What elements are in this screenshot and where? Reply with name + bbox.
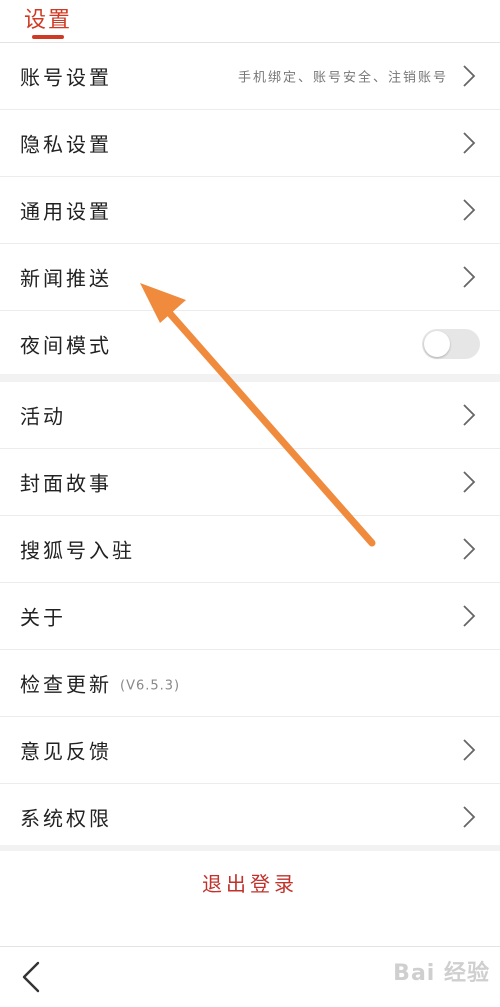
chevron-right-icon (463, 538, 476, 560)
row-label: 新闻推送 (20, 266, 112, 291)
chevron-right-icon (463, 199, 476, 221)
row-general-settings[interactable]: 通用设置 (0, 177, 500, 244)
night-mode-toggle[interactable] (422, 329, 480, 359)
row-about[interactable]: 关于 (0, 583, 500, 650)
row-night-mode: 夜间模式 (0, 311, 500, 377)
check-update-label: 检查更新 (20, 672, 112, 697)
row-privacy-settings[interactable]: 隐私设置 (0, 110, 500, 177)
row-label: 封面故事 (20, 471, 112, 496)
row-label: 隐私设置 (20, 132, 112, 157)
row-check-update[interactable]: 检查更新 (V6.5.3) (0, 650, 500, 717)
bottom-bar: Bai 经验 (0, 946, 500, 1007)
header: 设置 (0, 0, 500, 43)
chevron-right-icon (463, 471, 476, 493)
chevron-right-icon (463, 132, 476, 154)
row-label: 意见反馈 (20, 739, 112, 764)
version-label: (V6.5.3) (120, 678, 181, 694)
row-label: 搜狐号入驻 (20, 538, 135, 563)
title-underline (32, 35, 64, 39)
settings-group-account: 账号设置 手机绑定、账号安全、注销账号 隐私设置 通用设置 新闻推送 夜间模式 (0, 43, 500, 377)
row-system-permissions[interactable]: 系统权限 (0, 784, 500, 850)
row-subtitle: 手机绑定、账号安全、注销账号 (237, 70, 448, 86)
settings-group-misc: 活动 封面故事 搜狐号入驻 关于 检查更新 (V6.5.3) 意见反馈 系统权限 (0, 382, 500, 850)
chevron-right-icon (463, 266, 476, 288)
row-label: 夜间模式 (20, 333, 112, 358)
row-label: 账号设置 (20, 65, 112, 90)
row-label: 系统权限 (20, 806, 112, 831)
row-activities[interactable]: 活动 (0, 382, 500, 449)
row-news-push[interactable]: 新闻推送 (0, 244, 500, 311)
row-label: 活动 (20, 404, 66, 429)
section-separator (0, 374, 500, 382)
chevron-right-icon (463, 65, 476, 87)
chevron-right-icon (463, 605, 476, 627)
chevron-right-icon (463, 739, 476, 761)
page-title: 设置 (24, 8, 73, 33)
row-feedback[interactable]: 意见反馈 (0, 717, 500, 784)
chevron-right-icon (463, 806, 476, 828)
row-label: 检查更新 (V6.5.3) (20, 669, 180, 698)
toggle-knob (424, 331, 450, 357)
chevron-right-icon (463, 404, 476, 426)
logout-button[interactable]: 退出登录 (0, 851, 500, 917)
chevron-left-icon[interactable] (12, 957, 48, 997)
watermark-logo: Bai 经验 (393, 961, 490, 986)
row-cover-story[interactable]: 封面故事 (0, 449, 500, 516)
row-label: 关于 (20, 605, 66, 630)
row-label: 通用设置 (20, 199, 112, 224)
row-account-settings[interactable]: 账号设置 手机绑定、账号安全、注销账号 (0, 43, 500, 110)
row-sohu-account-join[interactable]: 搜狐号入驻 (0, 516, 500, 583)
